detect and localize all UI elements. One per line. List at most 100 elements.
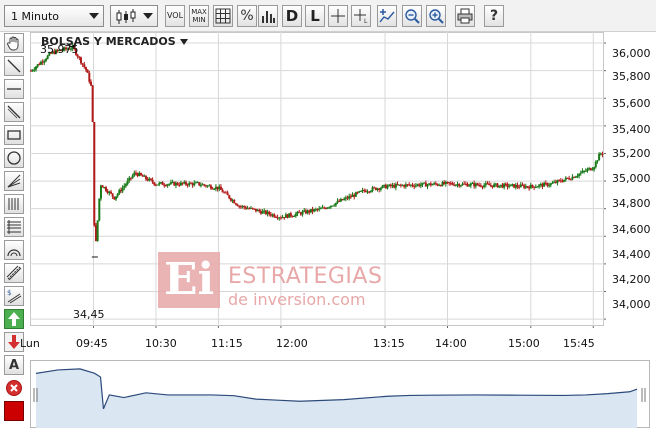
x-tick-label: 09:45	[76, 337, 108, 350]
candle-body	[411, 184, 414, 186]
candle-body	[493, 184, 496, 188]
max-min-toggle-button[interactable]: MAX MIN	[189, 5, 209, 27]
parallel-line-icon	[7, 105, 21, 119]
navigator-right-handle[interactable]	[641, 388, 646, 402]
candle-body	[569, 179, 572, 181]
dollar-lines-tool[interactable]: $	[4, 286, 24, 306]
candle-body	[184, 181, 187, 185]
fan-tool[interactable]	[4, 171, 24, 191]
interval-select-value: 1 Minuto	[11, 10, 60, 23]
text-tool[interactable]: A	[4, 355, 24, 375]
zoom-out-button[interactable]	[402, 5, 422, 27]
candle-body	[434, 183, 437, 185]
candle-body	[551, 182, 554, 184]
parallel-line-tool[interactable]	[4, 102, 24, 122]
candle-body	[488, 183, 491, 186]
candle-body	[436, 184, 439, 186]
range-navigator-plot[interactable]	[30, 360, 650, 428]
buy-arrow-icon	[8, 312, 20, 326]
daily-label: D	[285, 7, 299, 25]
candle-body	[419, 184, 422, 187]
candle-body	[46, 55, 49, 60]
rectangle-tool[interactable]	[4, 125, 24, 145]
candle-body	[213, 188, 216, 190]
zoom-in-button[interactable]	[426, 5, 446, 27]
candle-body	[176, 182, 179, 185]
watermark-subtitle: de inversion.com	[228, 290, 366, 309]
y-tick-label: 34,400	[612, 248, 651, 261]
candle-body	[111, 193, 114, 197]
fibonacci-tool[interactable]	[4, 217, 24, 237]
delete-all-icon	[10, 384, 18, 392]
circle-icon	[7, 151, 21, 165]
channel-tool[interactable]	[4, 263, 24, 283]
percent-scale-button[interactable]: %	[237, 5, 257, 27]
crosshair-level-button[interactable]: L	[351, 5, 371, 27]
channel-icon	[6, 265, 22, 281]
help-label: ?	[489, 8, 499, 24]
linear-button[interactable]: L	[305, 5, 325, 27]
candle-body	[369, 190, 372, 192]
candle-body	[93, 122, 96, 226]
candle-body	[109, 191, 112, 194]
circle-tool[interactable]	[4, 148, 24, 168]
grid-toggle-button[interactable]	[213, 5, 233, 27]
candle-body	[261, 211, 264, 214]
vertical-lines-tool[interactable]	[4, 194, 24, 214]
candle-body	[563, 179, 566, 182]
candle-body	[516, 184, 519, 187]
candle-body	[203, 184, 206, 186]
navigator-left-handle[interactable]	[33, 388, 38, 402]
candle-body	[219, 186, 222, 190]
max-min-label: MAX MIN	[191, 8, 207, 24]
candle-body	[168, 183, 171, 185]
y-tick-label: 35,600	[612, 97, 651, 110]
candle-body	[538, 184, 541, 187]
hand-pan-icon	[7, 36, 19, 51]
y-tick-label: 34,600	[612, 223, 651, 236]
rectangle-icon	[7, 130, 21, 140]
delete-all-button[interactable]	[6, 380, 22, 396]
crosshair-button[interactable]	[328, 5, 348, 27]
arc-icon	[7, 249, 21, 257]
buy-arrow-tool[interactable]	[4, 309, 24, 329]
candle-body	[221, 189, 224, 193]
volume-toggle-button[interactable]: VOL	[165, 5, 185, 27]
color-swatch-button[interactable]	[4, 401, 24, 421]
candle-body	[343, 198, 346, 201]
add-indicator-button[interactable]	[377, 5, 397, 27]
y-tick-label: 36,000	[612, 47, 651, 60]
fibonacci-icon	[7, 220, 21, 234]
candle-body	[81, 63, 84, 65]
candle-body	[586, 169, 589, 171]
candle-body	[209, 185, 212, 189]
print-button[interactable]	[455, 5, 475, 27]
candle-body	[96, 220, 99, 241]
y-tick-label: 34,200	[612, 273, 651, 286]
chart-type-select[interactable]	[110, 5, 158, 27]
candle-body	[468, 185, 471, 187]
horizontal-line-tool[interactable]	[4, 79, 24, 99]
candle-body	[84, 67, 87, 70]
candle-body	[98, 198, 101, 221]
candle-body	[139, 172, 142, 176]
help-button[interactable]: ?	[484, 5, 504, 27]
candle-body	[328, 207, 331, 209]
candle-body	[156, 184, 159, 186]
interval-select[interactable]: 1 Minuto	[4, 5, 104, 27]
candle-body	[334, 202, 337, 206]
candle-body	[234, 203, 237, 205]
histogram-button[interactable]	[258, 5, 278, 27]
trend-line-tool[interactable]	[4, 56, 24, 76]
histogram-icon	[262, 11, 275, 23]
y-tick-label: 34,800	[612, 197, 651, 210]
x-tick-label: Lun	[20, 337, 40, 350]
candle-body	[198, 182, 201, 186]
candle-body	[596, 160, 599, 162]
hand-pan-tool[interactable]	[4, 33, 24, 53]
arc-tool[interactable]	[4, 240, 24, 260]
percent-label: %	[240, 8, 254, 24]
daily-button[interactable]: D	[282, 5, 302, 27]
candle-body	[151, 179, 154, 183]
x-tick-label: 15:00	[508, 337, 540, 350]
